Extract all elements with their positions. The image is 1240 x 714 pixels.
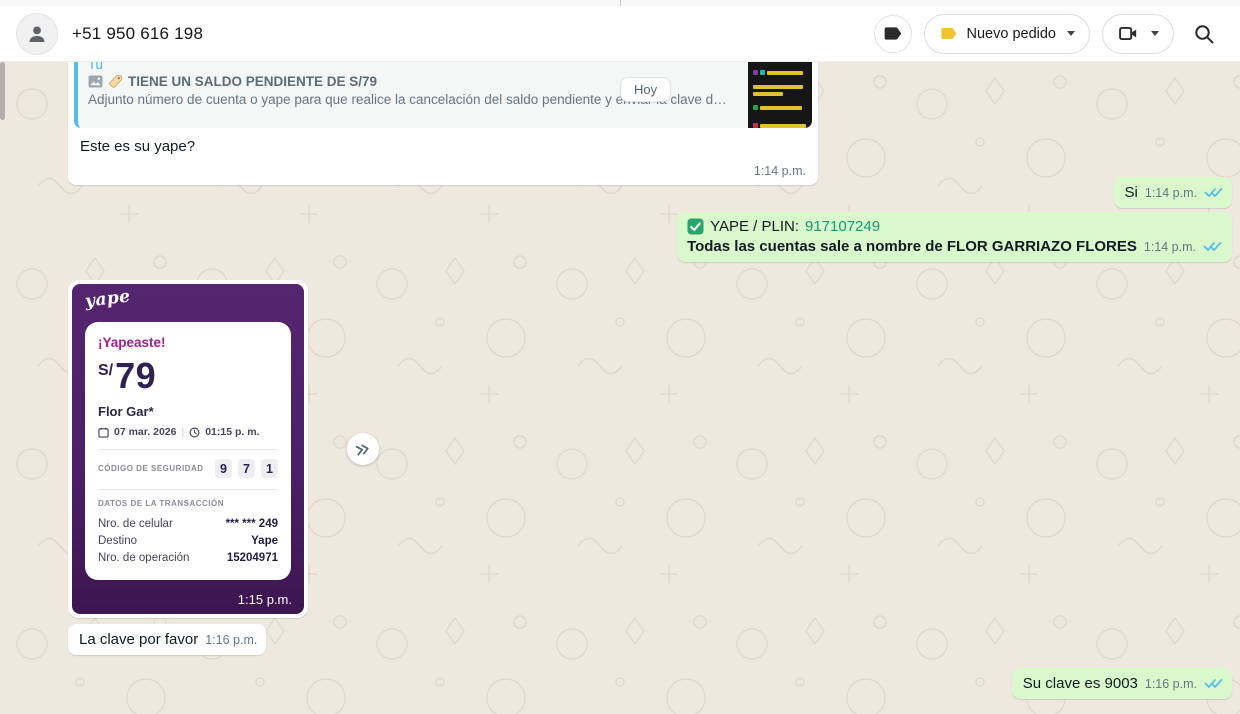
forward-message-button[interactable] bbox=[347, 433, 379, 465]
message-time: 1:16 p.m. bbox=[205, 633, 257, 647]
quote-sender-label: Tu bbox=[88, 62, 734, 72]
message-outgoing-si[interactable]: Si 1:14 p.m. bbox=[1114, 177, 1232, 208]
order-status-label: Nuevo pedido bbox=[967, 26, 1057, 42]
currency-symbol: S/ bbox=[98, 362, 113, 380]
receipt-heading: ¡Yapeaste! bbox=[98, 335, 278, 350]
panel-divider bbox=[620, 0, 621, 6]
message-incoming-quoted[interactable]: Tu TIENE UN SALDO PENDIENTE DE S/79 Adju… bbox=[68, 62, 818, 185]
security-digit: 7 bbox=[238, 459, 255, 478]
message-text: La clave por favor bbox=[79, 631, 198, 648]
transaction-rows: Nro. de celular *** *** 249 Destino Yape… bbox=[98, 516, 278, 567]
transaction-row: Destino Yape bbox=[98, 533, 278, 550]
header-actions: Nuevo pedido bbox=[874, 14, 1223, 54]
video-call-icon bbox=[1117, 22, 1140, 45]
message-text: Si bbox=[1125, 184, 1138, 201]
row-value: 15204971 bbox=[227, 550, 278, 567]
quote-attachment-thumbnail[interactable] bbox=[748, 62, 812, 128]
avatar-person-icon bbox=[25, 22, 49, 46]
chevron-down-icon bbox=[1151, 31, 1159, 36]
security-code-digits: 9 7 1 bbox=[215, 459, 278, 478]
label-tag-emoji-icon bbox=[108, 74, 123, 89]
yape-logo: yape bbox=[84, 286, 132, 311]
message-incoming-receipt-image[interactable]: yape ¡Yapeaste! S/ 79 Flor Gar* bbox=[68, 280, 308, 618]
security-digit: 9 bbox=[215, 459, 232, 478]
receipt-date: 07 mar. 2026 bbox=[114, 426, 176, 438]
row-label: Nro. de celular bbox=[98, 516, 173, 533]
read-ticks-icon bbox=[1204, 186, 1223, 198]
transaction-row: Nro. de celular *** *** 249 bbox=[98, 516, 278, 533]
photo-icon bbox=[88, 75, 103, 88]
message-outgoing-clave[interactable]: Su clave es 9003 1:16 p.m. bbox=[1012, 668, 1232, 699]
transaction-data-label: DATOS DE LA TRANSACCIÓN bbox=[98, 499, 278, 508]
message-time: 1:15 p.m. bbox=[238, 592, 292, 607]
phone-number-link[interactable]: 917107249 bbox=[805, 218, 880, 235]
security-code-row: CÓDIGO DE SEGURIDAD 9 7 1 bbox=[98, 459, 278, 478]
tag-filter-button[interactable] bbox=[874, 15, 912, 53]
forward-arrows-icon bbox=[354, 442, 372, 457]
window-top-strip bbox=[0, 0, 1240, 6]
read-ticks-icon bbox=[1204, 677, 1223, 689]
order-status-button[interactable]: Nuevo pedido bbox=[924, 14, 1091, 54]
payee-name: Flor Gar* bbox=[98, 404, 278, 419]
check-mark-emoji-icon bbox=[687, 218, 704, 235]
message-time: 1:16 p.m. bbox=[1145, 677, 1197, 691]
message-text: Su clave es 9003 bbox=[1023, 675, 1138, 692]
receipt-card: ¡Yapeaste! S/ 79 Flor Gar* 07 mar. 2026 bbox=[85, 322, 291, 580]
message-outgoing-yape-info[interactable]: YAPE / PLIN: 917107249 Todas las cuentas… bbox=[677, 212, 1232, 262]
tag-filter-icon bbox=[882, 23, 903, 44]
search-button[interactable] bbox=[1186, 16, 1222, 52]
account-holder-text: Todas las cuentas sale a nombre de FLOR … bbox=[687, 238, 1137, 255]
quoted-message[interactable]: Tu TIENE UN SALDO PENDIENTE DE S/79 Adju… bbox=[74, 62, 812, 128]
row-label: Destino bbox=[98, 533, 137, 550]
receipt-datetime: 07 mar. 2026 | 01:15 p. m. bbox=[98, 426, 278, 438]
chevron-down-icon bbox=[1067, 31, 1075, 36]
date-badge: Hoy bbox=[620, 77, 671, 102]
clock-icon bbox=[189, 427, 200, 438]
message-time: 1:14 p.m. bbox=[754, 164, 806, 178]
row-value: *** *** 249 bbox=[226, 516, 278, 533]
search-icon bbox=[1192, 22, 1216, 46]
row-value: Yape bbox=[251, 533, 278, 550]
chat-message-area: Hoy Tu TIENE UN SALDO PENDIENTE DE S/79 bbox=[0, 62, 1240, 714]
calendar-icon bbox=[98, 427, 109, 438]
message-time: 1:14 p.m. bbox=[1145, 186, 1197, 200]
transaction-row: Nro. de operación 15204971 bbox=[98, 550, 278, 567]
yape-plin-label: YAPE / PLIN: bbox=[710, 218, 799, 235]
message-text: Este es su yape? bbox=[80, 138, 812, 155]
contact-avatar[interactable] bbox=[16, 13, 58, 55]
video-call-button[interactable] bbox=[1102, 14, 1174, 54]
tag-status-icon bbox=[939, 24, 958, 43]
amount-value: 79 bbox=[115, 359, 156, 393]
quote-title: TIENE UN SALDO PENDIENTE DE S/79 bbox=[128, 74, 377, 89]
message-time: 1:14 p.m. bbox=[1144, 240, 1196, 254]
receipt-amount: S/ 79 bbox=[98, 359, 278, 393]
chat-header: +51 950 616 198 Nuevo pedido bbox=[0, 6, 1240, 62]
security-digit: 1 bbox=[261, 459, 278, 478]
contact-phone-title: +51 950 616 198 bbox=[72, 24, 203, 44]
yape-receipt-image[interactable]: yape ¡Yapeaste! S/ 79 Flor Gar* bbox=[72, 284, 304, 614]
whatsapp-chat-window: +51 950 616 198 Nuevo pedido bbox=[0, 0, 1240, 714]
read-ticks-icon bbox=[1203, 240, 1222, 252]
security-code-label: CÓDIGO DE SEGURIDAD bbox=[98, 464, 204, 473]
separator: | bbox=[181, 426, 184, 438]
receipt-time: 01:15 p. m. bbox=[205, 426, 259, 438]
row-label: Nro. de operación bbox=[98, 550, 189, 567]
message-incoming-clave[interactable]: La clave por favor 1:16 p.m. bbox=[68, 624, 266, 655]
chat-scrollbar-thumb[interactable] bbox=[0, 62, 5, 120]
